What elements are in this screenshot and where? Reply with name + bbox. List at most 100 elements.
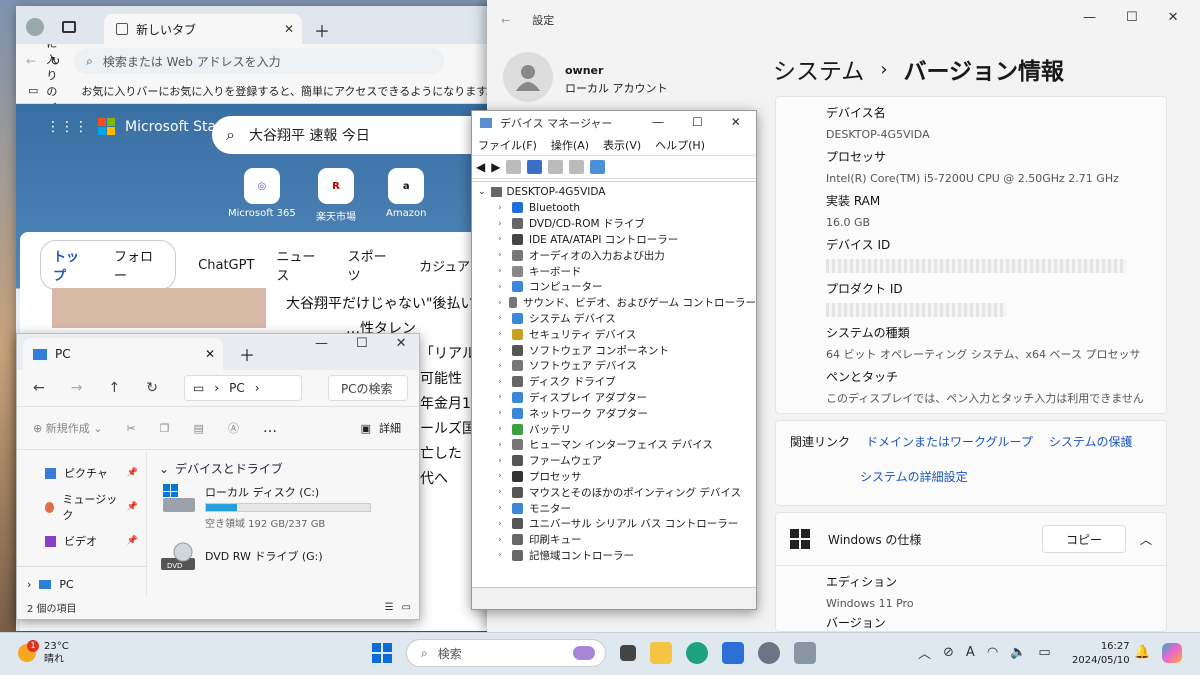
device-manager-taskbar-icon[interactable] [794,642,816,664]
battery-icon[interactable]: ▭ [1038,645,1050,660]
close-tab-icon[interactable]: ✕ [284,22,294,36]
tree-item[interactable]: › プロセッサ [472,469,756,485]
more-icon[interactable]: … [263,420,277,436]
clock[interactable]: 16:27 2024/05/10 [1072,640,1130,668]
system-protection-link[interactable]: システムの保護 [1049,433,1133,450]
quick-link-microsoft365[interactable]: ◎ Microsoft 365 [228,168,296,219]
tree-item[interactable]: › システム デバイス [472,311,756,327]
sidebar-item-videos[interactable]: ビデオ 📌 [17,528,146,554]
ime-indicator[interactable]: A [966,645,975,660]
expand-arrow-icon[interactable]: › [498,408,506,418]
pin-icon[interactable]: 📌 [127,536,138,546]
apps-grid-icon[interactable]: ⋮⋮⋮ [46,119,88,135]
properties-icon[interactable] [506,160,522,174]
expand-arrow-icon[interactable]: › [498,298,503,308]
back-icon[interactable]: ← [33,380,45,396]
add-tab-icon[interactable]: ＋ [239,342,255,366]
news-thumbnail[interactable] [52,288,266,328]
back-icon[interactable]: ← [26,54,36,68]
menu-action[interactable]: 操作(A) [551,137,589,153]
tree-item[interactable]: › ヒューマン インターフェイス デバイス [472,437,756,453]
tab-top[interactable]: トップ [53,246,90,284]
expand-arrow-icon[interactable]: ⌄ [478,187,486,197]
expand-arrow-icon[interactable]: › [498,456,506,466]
maximize-icon[interactable]: ☐ [1126,10,1138,25]
expand-arrow-icon[interactable]: › [498,329,506,339]
search-input[interactable]: PCの検索 [327,375,408,401]
notification-bell-icon[interactable]: 🔔 [1134,645,1150,660]
close-icon[interactable]: ✕ [396,336,407,351]
tree-item[interactable]: › ディスプレイ アダプター [472,390,756,406]
advanced-settings-link[interactable]: システムの詳細設定 [860,468,968,485]
sidebar-item-music[interactable]: ミュージック 📌 [17,486,146,528]
taskbar-search[interactable]: ⌕ 検索 [406,639,606,667]
tile-view-icon[interactable]: ▭ [402,602,411,613]
expand-arrow-icon[interactable]: › [498,219,506,229]
expand-arrow-icon[interactable]: › [498,392,506,402]
tree-item[interactable]: › セキュリティ デバイス [472,326,756,342]
windows-spec-header[interactable]: Windows の仕様 コピー ︿ [776,513,1166,565]
avatar[interactable] [503,52,553,102]
menu-view[interactable]: 表示(V) [603,137,641,153]
drive-c[interactable]: ローカル ディスク (C:) 空き領域 192 GB/237 GB [159,484,371,530]
forward-icon[interactable]: ▶ [491,160,500,174]
tree-item[interactable]: › ユニバーサル シリアル バス コントローラー [472,516,756,532]
expand-arrow-icon[interactable]: › [498,203,506,213]
expand-arrow-icon[interactable]: › [498,487,506,497]
section-header[interactable]: ⌄ デバイスとドライブ [159,460,419,477]
close-icon[interactable]: ✕ [1168,10,1179,25]
refresh-icon[interactable]: ↻ [146,380,158,396]
copilot-icon[interactable] [1162,643,1182,663]
tree-item[interactable]: › DVD/CD-ROM ドライブ [472,216,756,232]
cut-icon[interactable]: ✂ [126,422,135,435]
copy-icon[interactable]: ❐ [160,422,170,435]
pin-icon[interactable]: 📌 [127,502,138,512]
expand-arrow-icon[interactable]: › [498,471,506,481]
ms-search-box[interactable]: ⌕ 大谷翔平 速報 今日 [212,116,496,154]
tree-root[interactable]: ⌄ DESKTOP-4G5VIDA [472,184,756,200]
tree-item[interactable]: › マウスとそのほかのポインティング デバイス [472,484,756,500]
back-icon[interactable]: ◀ [476,160,485,174]
minimize-icon[interactable]: — [652,115,664,129]
tree-item[interactable]: › キーボード [472,263,756,279]
address-bar[interactable]: ⌕ 検索または Web アドレスを入力 [74,48,445,74]
expand-arrow-icon[interactable]: › [498,345,506,355]
tree-item[interactable]: › ディスク ドライブ [472,374,756,390]
tree-item[interactable]: › 記憶域コントローラー [472,548,756,564]
close-icon[interactable]: ✕ [731,115,741,129]
volume-icon[interactable]: 🔈 [1010,645,1026,660]
paste-icon[interactable]: ▤ [194,422,204,435]
wifi-icon[interactable]: ◠ [987,645,998,660]
domain-link[interactable]: ドメインまたはワークグループ [866,433,1033,450]
expand-arrow-icon[interactable]: › [498,503,506,513]
tab-news[interactable]: ニュース [276,246,325,284]
expand-arrow-icon[interactable]: › [498,266,506,276]
up-icon[interactable]: ↑ [108,380,120,396]
maximize-icon[interactable]: ☐ [356,336,368,351]
network-off-icon[interactable]: ⊘ [943,645,954,660]
forward-icon[interactable]: → [71,380,83,396]
help-icon[interactable] [527,160,543,174]
monitor-icon[interactable] [590,160,606,174]
tree-item[interactable]: › IDE ATA/ATAPI コントローラー [472,232,756,248]
tree-item[interactable]: › ソフトウェア コンポーネント [472,342,756,358]
tree-item[interactable]: › オーディオの入力および出力 [472,247,756,263]
minimize-icon[interactable]: — [1083,10,1096,25]
pin-icon[interactable]: 📌 [127,468,138,478]
list-view-icon[interactable]: ☰ [385,602,394,613]
start-button[interactable] [372,643,392,663]
view-icon[interactable] [548,160,564,174]
back-icon[interactable]: ← [501,14,510,27]
chevron-up-icon[interactable]: ︿ [1140,531,1152,548]
tree-item[interactable]: › モニター [472,500,756,516]
breadcrumb-parent[interactable]: システム [773,52,864,86]
tab-actions-icon[interactable] [62,21,76,33]
expand-arrow-icon[interactable]: › [498,313,506,323]
expand-arrow-icon[interactable]: › [498,550,506,560]
expand-arrow-icon[interactable]: › [498,282,506,292]
maximize-icon[interactable]: ☐ [692,115,703,129]
expand-arrow-icon[interactable]: › [498,234,506,244]
task-view-icon[interactable] [620,645,636,661]
expand-arrow-icon[interactable]: › [498,361,506,371]
edge-icon[interactable] [686,642,708,664]
